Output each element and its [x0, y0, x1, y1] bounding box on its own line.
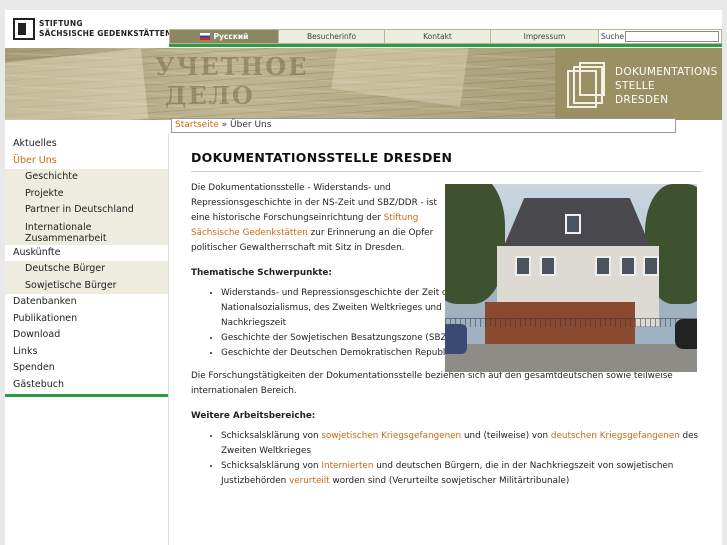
research-scope-paragraph: Die Forschungstätigkeiten der Dokumentat…: [191, 371, 673, 396]
nav-russian[interactable]: Русский: [169, 29, 279, 44]
search-label: Suche: [601, 32, 625, 41]
banner-title-line3: DRESDEN: [615, 94, 669, 106]
sidebar-item-datenbanken[interactable]: Datenbanken: [5, 294, 168, 311]
sidebar-green-bar: [5, 394, 168, 397]
breadcrumb-separator: »: [221, 120, 228, 130]
nav-russian-label: Русский: [213, 32, 249, 41]
banner-stamp-text-1: УЧЕТНОЕ: [155, 52, 309, 81]
deutsche-kriegsgefangene-link[interactable]: deutschen Kriegsgefangenen: [551, 431, 680, 441]
page-title: DOKUMENTATIONSSTELLE DRESDEN: [191, 150, 701, 172]
foundation-logo-icon: [13, 18, 35, 40]
documentation-logo-icon: [567, 62, 607, 110]
breadcrumb-current: Über Uns: [230, 120, 272, 130]
top-nav-green-bar: [169, 44, 722, 47]
breadcrumb-home-link[interactable]: Startseite: [175, 120, 219, 130]
column-divider: [168, 134, 169, 545]
sowjetische-kriegsgefangene-link[interactable]: sowjetischen Kriegsgefangenen: [321, 431, 461, 441]
arbeitsbereiche-list: Schicksalsklärung von sowjetischen Krieg…: [191, 429, 701, 489]
banner-title-line1: DOKUMENTATIONS: [615, 66, 718, 78]
schwerpunkte-list: Widerstands- und Repressionsgeschichte d…: [191, 286, 473, 346]
breadcrumb: Startseite » Über Uns: [171, 118, 676, 133]
logo[interactable]: STIFTUNG SÄCHSISCHE GEDENKSTÄTTEN: [13, 18, 171, 42]
list-text: und (teilweise) von: [463, 431, 549, 441]
banner-title-line2: STELLE: [615, 80, 655, 92]
logo-line2: SÄCHSISCHE GEDENKSTÄTTEN: [39, 29, 172, 38]
sidebar-item-spenden[interactable]: Spenden: [5, 360, 168, 377]
nav-besucherinfo[interactable]: Besucherinfo: [279, 29, 385, 44]
internierte-link[interactable]: Internierten: [321, 461, 373, 471]
russian-flag-icon: [199, 33, 210, 40]
sidebar-item-projekte[interactable]: Projekte: [5, 185, 168, 202]
verurteilt-link[interactable]: verurteilt: [289, 476, 330, 486]
sidebar-item-sowjetische-buerger[interactable]: Sowjetische Bürger: [5, 277, 168, 294]
sidebar-nav: Aktuelles Über Uns Geschichte Projekte P…: [5, 136, 168, 397]
search-input[interactable]: [625, 31, 719, 42]
list-item: Widerstands- und Repressionsgeschichte d…: [221, 286, 473, 331]
heading-arbeitsbereiche: Weitere Arbeitsbereiche:: [191, 411, 316, 421]
sidebar-item-gaestebuch[interactable]: Gästebuch: [5, 377, 168, 394]
list-text: Schicksalsklärung von: [221, 461, 319, 471]
list-item: Geschichte der Sowjetischen Besatzungszo…: [221, 331, 473, 346]
sidebar-item-deutsche-buerger[interactable]: Deutsche Bürger: [5, 261, 168, 278]
sidebar-item-internationale-zusammenarbeit[interactable]: Internationale Zusammenarbeit: [5, 218, 168, 245]
sidebar-item-auskuenfte[interactable]: Auskünfte: [5, 245, 168, 262]
page: STIFTUNG SÄCHSISCHE GEDENKSTÄTTEN Русски…: [5, 10, 722, 545]
list-text: worden sind (Verurteilte sowjetischer Mi…: [332, 476, 570, 486]
banner-stamp-text-2: ДЕЛО: [165, 81, 255, 110]
list-item: Schicksalsklärung von sowjetischen Krieg…: [221, 429, 701, 459]
list-text: Schicksalsklärung von: [221, 431, 319, 441]
sidebar-item-aktuelles[interactable]: Aktuelles: [5, 136, 168, 153]
intro-paragraph: Die Dokumentationsstelle - Widerstands- …: [191, 181, 443, 256]
sidebar-item-geschichte[interactable]: Geschichte: [5, 169, 168, 186]
sidebar-item-publikationen[interactable]: Publikationen: [5, 311, 168, 328]
nav-kontakt[interactable]: Kontakt: [385, 29, 491, 44]
sidebar-item-partner[interactable]: Partner in Deutschland: [5, 202, 168, 219]
main-content: DOKUMENTATIONSSTELLE DRESDEN Die Dokumen…: [191, 150, 701, 489]
list-item: Schicksalsklärung von Internierten und d…: [221, 459, 701, 489]
sidebar-item-ueber-uns[interactable]: Über Uns: [5, 153, 168, 170]
search-box: Suche: [599, 29, 722, 44]
logo-line1: STIFTUNG: [39, 19, 83, 28]
sidebar-item-links[interactable]: Links: [5, 344, 168, 361]
header-banner: УЧЕТНОЕ ДЕЛО DOKUMENTATIONS STELLE DRESD…: [5, 48, 722, 120]
building-photo: [445, 184, 697, 372]
sidebar-item-download[interactable]: Download: [5, 327, 168, 344]
nav-impressum[interactable]: Impressum: [491, 29, 599, 44]
top-nav: Русский Besucherinfo Kontakt Impressum S…: [169, 29, 722, 44]
